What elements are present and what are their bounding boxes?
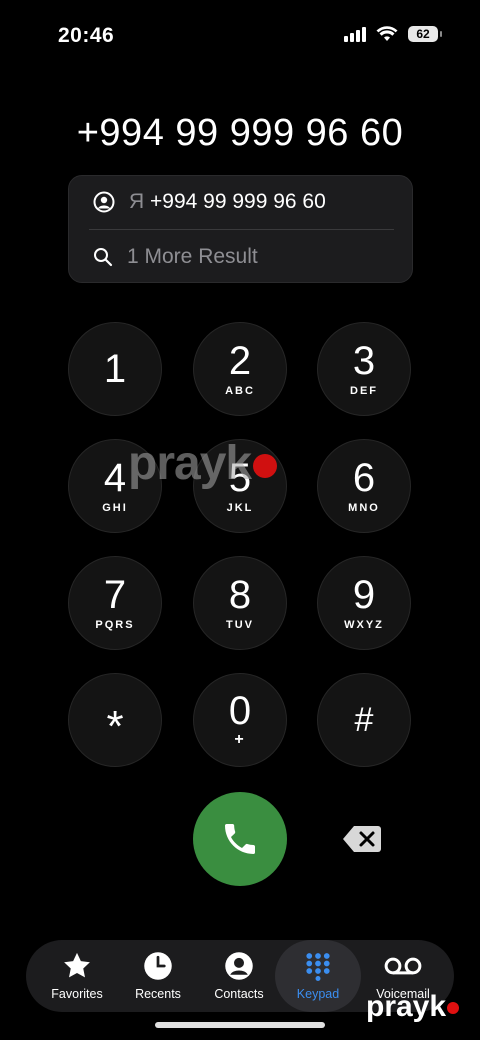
watermark: prayk	[128, 436, 278, 491]
tab-keypad[interactable]: Keypad	[275, 940, 361, 1012]
dialed-number: +994 99 999 96 60	[76, 112, 404, 154]
key-star[interactable]: *	[68, 673, 162, 767]
key-8[interactable]: 8 TUV	[193, 556, 287, 650]
star-icon	[64, 952, 90, 978]
home-indicator	[155, 1022, 325, 1028]
key-letters: GHI	[102, 502, 128, 514]
status-bar: 20:46 62	[0, 0, 480, 70]
key-9[interactable]: 9 WXYZ	[317, 556, 411, 650]
key-letters: MNO	[348, 502, 380, 514]
voicemail-icon	[384, 957, 422, 975]
tab-favorites[interactable]: Favorites	[34, 940, 120, 1012]
more-results-row[interactable]: 1 More Result	[93, 245, 258, 269]
contact-number: +994 99 999 96 60	[150, 190, 326, 213]
contact-initial: Я	[129, 190, 145, 213]
key-digit: 6	[352, 456, 376, 500]
key-2[interactable]: 2 ABC	[193, 322, 287, 416]
key-digit: 7	[103, 573, 127, 617]
key-digit: #	[354, 701, 374, 739]
status-time: 20:46	[58, 24, 115, 47]
key-digit: 1	[103, 347, 127, 391]
person-circle-icon	[225, 952, 253, 980]
tab-label: Favorites	[51, 987, 103, 1001]
person-circle-icon	[93, 191, 115, 213]
key-letters: WXYZ	[344, 619, 384, 631]
key-6[interactable]: 6 MNO	[317, 439, 411, 533]
key-3[interactable]: 3 DEF	[317, 322, 411, 416]
backspace-icon[interactable]	[342, 825, 382, 853]
more-results-label: 1 More Result	[127, 245, 258, 268]
key-digit: 2	[228, 339, 252, 383]
key-letters: ABC	[225, 385, 255, 397]
tab-contacts[interactable]: Contacts	[196, 940, 282, 1012]
watermark-dot	[253, 454, 278, 479]
key-digit: 4	[103, 456, 127, 500]
call-button[interactable]	[193, 792, 287, 886]
key-digit: *	[106, 702, 124, 751]
divider	[89, 229, 394, 230]
tab-label: Recents	[135, 987, 181, 1001]
cellular-signal-icon	[344, 26, 366, 42]
key-letters: TUV	[226, 619, 254, 631]
search-icon	[94, 248, 113, 267]
key-digit: 9	[352, 573, 376, 617]
key-letters: PQRS	[95, 619, 135, 631]
key-digit: 3	[352, 339, 376, 383]
key-7[interactable]: 7 PQRS	[68, 556, 162, 650]
battery-indicator: 62	[408, 26, 442, 42]
key-hash[interactable]: #	[317, 673, 411, 767]
wifi-icon	[376, 26, 398, 41]
watermark-text: prayk	[366, 990, 447, 1023]
tab-label: Contacts	[214, 987, 264, 1001]
key-letters: JKL	[226, 502, 254, 514]
key-1[interactable]: 1	[68, 322, 162, 416]
status-icons: 62	[344, 26, 442, 42]
watermark-corner: prayk	[366, 990, 460, 1024]
phone-icon	[225, 824, 255, 854]
tab-label: Keypad	[296, 987, 340, 1001]
key-digit: 0	[228, 689, 252, 733]
key-0[interactable]: 0 +	[193, 673, 287, 767]
keypad-grid-icon	[306, 953, 330, 981]
tab-recents[interactable]: Recents	[115, 940, 201, 1012]
contact-suggestion[interactable]: Я +994 99 999 96 60	[93, 190, 326, 214]
key-letters: DEF	[350, 385, 378, 397]
key-letters: +	[234, 731, 246, 748]
suggestions-panel: Я +994 99 999 96 60 1 More Result	[68, 175, 413, 283]
watermark-dot	[447, 1002, 460, 1015]
clock-icon	[144, 952, 172, 980]
key-digit: 8	[228, 573, 252, 617]
watermark-text: prayk	[128, 437, 252, 490]
